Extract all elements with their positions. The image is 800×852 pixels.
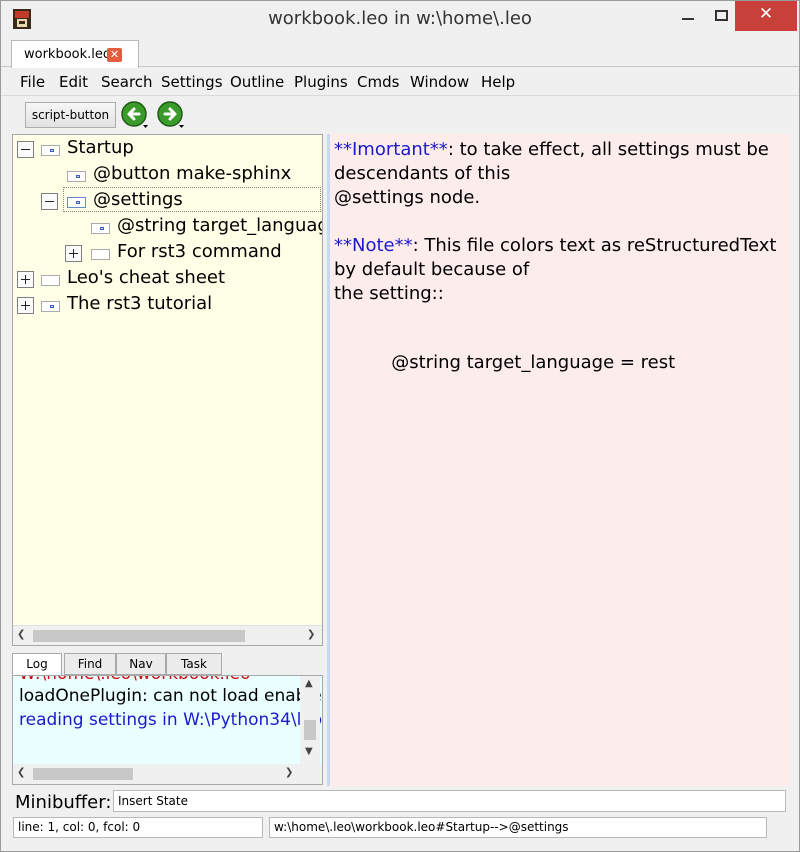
- body-text: : This file colors text as reStructuredT…: [412, 235, 777, 256]
- outline-horizontal-scrollbar[interactable]: ❮ ❯: [13, 625, 322, 645]
- node-icon: [41, 145, 60, 156]
- log-line: loadOnePlugin: can not load enabled plug…: [19, 686, 322, 706]
- body-text: @settings node.: [334, 187, 481, 208]
- maximize-button[interactable]: [705, 1, 739, 31]
- menu-outline[interactable]: Outline: [230, 73, 284, 91]
- expand-icon[interactable]: [65, 245, 82, 262]
- node-label: @button make-sphinx: [93, 163, 292, 184]
- status-path: w:\home\.leo\workbook.leo#Startup-->@set…: [269, 817, 767, 838]
- body-line: **Imortant**: to take effect, all settin…: [334, 139, 769, 160]
- back-arrow-icon[interactable]: [121, 101, 149, 129]
- scroll-down-icon[interactable]: ▼: [305, 746, 313, 757]
- minimize-button[interactable]: [671, 1, 705, 31]
- body-line: @settings node.: [334, 187, 480, 208]
- menu-help[interactable]: Help: [481, 73, 515, 91]
- scrollbar-thumb[interactable]: [33, 630, 245, 642]
- status-position: line: 1, col: 0, fcol: 0: [13, 817, 263, 838]
- menu-edit[interactable]: Edit: [59, 73, 88, 91]
- menu-bar: File Edit Search Settings Outline Plugin…: [1, 68, 799, 94]
- minibuffer-input[interactable]: Insert State: [113, 790, 786, 812]
- log-vertical-scrollbar[interactable]: ▲ ▼: [300, 676, 320, 764]
- log-pane[interactable]: W:\home\.leo\workbook.leo loadOnePlugin:…: [12, 675, 323, 785]
- title-bar[interactable]: workbook.leo in w:\home\.leo ✕: [1, 1, 799, 37]
- tab-close-icon[interactable]: ✕: [107, 48, 122, 62]
- node-icon: [91, 249, 110, 260]
- body-editor[interactable]: **Imortant**: to take effect, all settin…: [327, 134, 790, 786]
- tab-task[interactable]: Task: [166, 653, 222, 675]
- tab-nav[interactable]: Nav: [116, 653, 166, 675]
- menu-search[interactable]: Search: [101, 73, 153, 91]
- collapse-icon[interactable]: [41, 193, 58, 210]
- scroll-right-icon[interactable]: ❯: [285, 767, 293, 778]
- node-label: The rst3 tutorial: [67, 293, 213, 314]
- node-label: @string target_language = rest: [117, 215, 322, 236]
- log-line: W:\home\.leo\workbook.leo: [19, 676, 250, 684]
- node-icon: [41, 275, 60, 286]
- close-window-button[interactable]: ✕: [735, 1, 797, 31]
- node-icon: [41, 301, 60, 312]
- rst-bold-marker: **Imortant**: [334, 139, 448, 160]
- body-line: @string target_language = rest: [334, 331, 675, 394]
- node-label: For rst3 command: [117, 241, 282, 262]
- script-button[interactable]: script-button: [25, 102, 116, 128]
- log-tab-bar: Log Find Nav Task: [12, 653, 323, 675]
- scroll-up-icon[interactable]: ▲: [305, 678, 313, 689]
- tab-find[interactable]: Find: [64, 653, 116, 675]
- node-icon: [91, 223, 110, 234]
- toolbar: script-button: [1, 95, 799, 133]
- menu-plugins[interactable]: Plugins: [294, 73, 348, 91]
- scrollbar-thumb[interactable]: [33, 768, 133, 780]
- menu-settings[interactable]: Settings: [161, 73, 223, 91]
- node-label: @settings: [93, 189, 183, 210]
- close-icon: ✕: [758, 4, 774, 24]
- node-label: Leo's cheat sheet: [67, 267, 226, 288]
- menu-file[interactable]: File: [20, 73, 45, 91]
- body-text: by default because of: [334, 259, 530, 280]
- scroll-right-icon[interactable]: ❯: [307, 629, 315, 640]
- document-tab-strip: workbook.leo ✕: [1, 37, 799, 68]
- scroll-left-icon[interactable]: ❮: [17, 767, 25, 778]
- expand-icon[interactable]: [17, 297, 34, 314]
- minimize-icon: [682, 18, 694, 20]
- log-horizontal-scrollbar[interactable]: ❮ ❯: [13, 764, 322, 784]
- outline-pane[interactable]: Startup @button make-sphinx @settings @s…: [12, 134, 323, 646]
- body-text: descendants of this: [334, 163, 511, 184]
- body-line: descendants of this: [334, 163, 510, 184]
- forward-arrow-icon[interactable]: [157, 101, 185, 129]
- body-line: **Note**: This file colors text as reStr…: [334, 235, 776, 256]
- tab-label: workbook.leo: [24, 47, 111, 62]
- body-line: by default because of: [334, 259, 529, 280]
- node-label: Startup: [67, 137, 134, 158]
- scrollbar-thumb[interactable]: [304, 720, 316, 740]
- body-text: : to take effect, all settings must be: [447, 139, 769, 160]
- leo-window: workbook.leo in w:\home\.leo ✕ workbook.…: [0, 0, 800, 852]
- expand-icon[interactable]: [17, 271, 34, 288]
- tab-workbook[interactable]: workbook.leo ✕: [11, 40, 139, 68]
- tab-log[interactable]: Log: [12, 653, 62, 675]
- body-text: @string target_language = rest: [368, 352, 676, 373]
- body-text: the setting::: [334, 283, 444, 304]
- menu-window[interactable]: Window: [410, 73, 469, 91]
- scroll-left-icon[interactable]: ❮: [17, 629, 25, 640]
- minibuffer-label: Minibuffer:: [15, 792, 112, 813]
- rst-bold-marker: **Note**: [334, 235, 413, 256]
- collapse-icon[interactable]: [17, 141, 34, 158]
- log-line: reading settings in W:\Python34\leo: [19, 710, 323, 730]
- body-line: the setting::: [334, 283, 444, 304]
- node-icon: [67, 171, 86, 182]
- maximize-icon: [715, 10, 728, 21]
- menu-cmds[interactable]: Cmds: [357, 73, 399, 91]
- node-icon: [67, 197, 86, 208]
